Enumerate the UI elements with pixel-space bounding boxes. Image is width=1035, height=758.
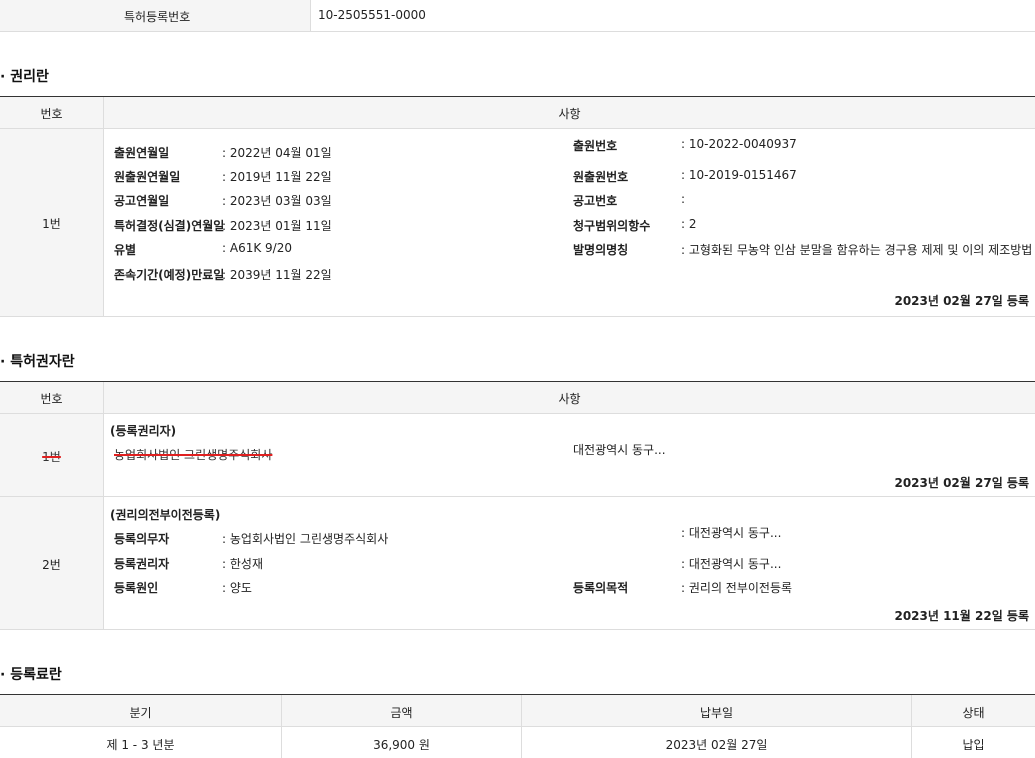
fees-header-paid-date: 납부일 <box>699 706 734 720</box>
obligor-address: : 대전광역시 동구... <box>681 526 782 540</box>
rights-section-title: · 권리란 <box>0 69 49 85</box>
rights-left-label: 공고연월일 <box>114 194 170 208</box>
patentee-row1-no: 1번 <box>42 450 61 464</box>
rights-left-label: 존속기간(예정)만료일 <box>114 268 225 282</box>
fees-header-status: 상태 <box>962 706 985 720</box>
rights-left-label: 특허결정(심결)연월일 <box>114 219 225 233</box>
patentee-row2-value: : 양도 <box>222 581 252 595</box>
rights-left-value: : 2019년 11월 22일 <box>222 170 332 184</box>
rights-left-value: : 2023년 03월 03일 <box>222 194 332 208</box>
rights-right-value: : 10-2019-0151467 <box>681 168 797 182</box>
fees-row-status: 납입 <box>962 738 985 752</box>
invention-title-value: : 고형화된 무농약 인삼 분말을 함유하는 경구용 제제 및 이의 제조방법 <box>681 243 1033 257</box>
patentee-row2-no: 2번 <box>42 558 61 572</box>
fees-section-title: · 등록료란 <box>0 667 62 683</box>
rights-left-label: 출원연월일 <box>114 146 170 160</box>
patentee-row2-value: : 한성재 <box>222 557 263 571</box>
rights-right-value: : 2 <box>681 217 697 231</box>
patentee-header-content: 사항 <box>558 392 581 406</box>
fees-header-period: 분기 <box>129 706 152 720</box>
rights-right-label: 청구범위의항수 <box>573 219 651 233</box>
fees-row-paid-date: 2023년 02월 27일 <box>665 738 768 752</box>
rights-left-label: 유별 <box>114 243 137 257</box>
rights-left-value: : 2022년 04월 01일 <box>222 146 332 160</box>
registration-purpose-value: : 권리의 전부이전등록 <box>681 581 793 595</box>
fees-row-amount: 36,900 원 <box>373 738 430 752</box>
patentee-section-title: · 특허권자란 <box>0 354 75 370</box>
patentee-row2-label: 등록의무자 <box>114 532 170 546</box>
patentee-row2-label: 등록권리자 <box>114 557 170 571</box>
patentee-row1-address: 대전광역시 동구... <box>573 443 666 457</box>
rights-header-no: 번호 <box>40 107 63 121</box>
patentee-header-no: 번호 <box>40 392 63 406</box>
right-holder-address: : 대전광역시 동구... <box>681 557 782 571</box>
registration-number-value: 10-2505551-0000 <box>318 8 426 22</box>
patentee-row1-name: 농업회사법인 그린생명주식회사 <box>114 448 273 462</box>
rights-right-value: : <box>681 192 686 206</box>
rights-right-label: 발명의명칭 <box>573 243 629 257</box>
rights-left-value: : A61K 9/20 <box>222 241 292 255</box>
registration-purpose-label: 등록의목적 <box>573 581 629 595</box>
fees-header-amount: 금액 <box>390 706 413 720</box>
rights-right-label: 공고번호 <box>573 194 618 208</box>
patentee-row1-type: (등록권리자) <box>110 424 177 438</box>
rights-left-value: : 2039년 11월 22일 <box>222 268 332 282</box>
rights-row-no: 1번 <box>42 217 61 231</box>
rights-left-label: 원출원연월일 <box>114 170 181 184</box>
rights-left-value: : 2023년 01월 11일 <box>222 219 332 233</box>
patentee-row2-type: (권리의전부이전등록) <box>110 508 221 522</box>
registration-number-label: 특허등록번호 <box>124 10 191 24</box>
rights-right-value: : 10-2022-0040937 <box>681 137 797 151</box>
rights-header-content: 사항 <box>558 107 581 121</box>
patentee-row2-value: : 농업회사법인 그린생명주식회사 <box>222 532 389 546</box>
patentee-row2-label: 등록원인 <box>114 581 159 595</box>
rights-registration-date: 2023년 02월 27일 등록 <box>894 294 1029 308</box>
patentee-row1-date: 2023년 02월 27일 등록 <box>894 476 1029 490</box>
patentee-row2-date: 2023년 11월 22일 등록 <box>894 609 1029 623</box>
fees-row-period: 제 1 - 3 년분 <box>106 738 175 752</box>
rights-right-label: 출원번호 <box>573 139 618 153</box>
rights-right-label: 원출원번호 <box>573 170 629 184</box>
